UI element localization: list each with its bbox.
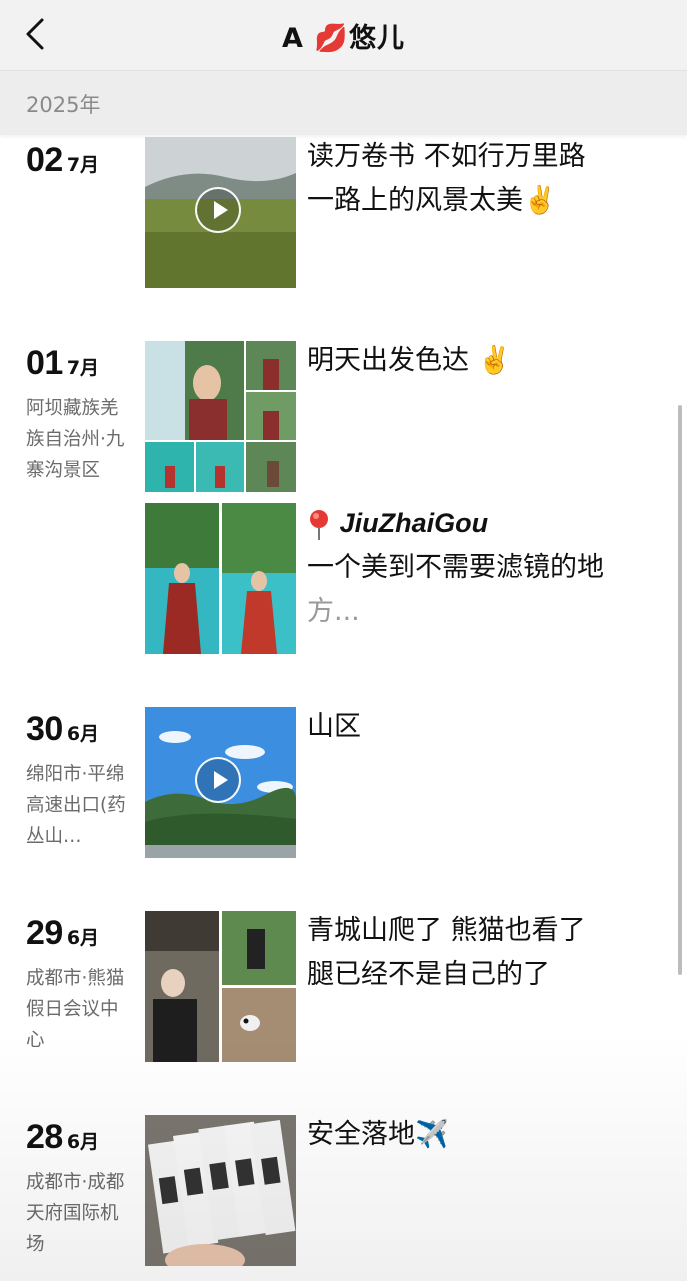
caption-line: 一路上的风景太美✌️ xyxy=(307,185,557,216)
caption-line: 读万卷书 不如行万里路 xyxy=(307,141,586,172)
post-day: 01 xyxy=(26,344,63,382)
back-chevron-icon[interactable] xyxy=(22,16,52,52)
post-location: 成都市·成都天府国际机场 xyxy=(26,1172,125,1255)
caption-line-truncated: 方... xyxy=(307,596,360,627)
caption-line: 青城山爬了 熊猫也看了 xyxy=(307,915,586,946)
location-pin-icon xyxy=(310,509,328,540)
photo-collage-thumbnail[interactable] xyxy=(145,911,296,1062)
top-bar: A 💋悠儿 xyxy=(0,0,687,70)
post-location: 阿坝藏族羌族自治州·九寨沟景区 xyxy=(26,398,125,481)
post-location: 绵阳市·平绵高速出口(药丛山… xyxy=(26,764,126,847)
post-location: 成都市·熊猫假日会议中心 xyxy=(26,968,125,1051)
collage-image xyxy=(145,341,296,492)
post-caption: 安全落地✈️ xyxy=(307,1113,667,1157)
post-date: 01 7月 xyxy=(26,344,99,383)
location-tag-line: JiuZhaiGou xyxy=(307,501,667,546)
post-month: 7月 xyxy=(66,154,100,176)
post-month: 6月 xyxy=(66,1131,100,1153)
play-icon[interactable] xyxy=(195,757,241,803)
city-panda-image xyxy=(145,911,296,1062)
post-month: 7月 xyxy=(66,357,100,379)
post-day: 29 xyxy=(26,914,63,952)
play-icon[interactable] xyxy=(195,187,241,233)
post-caption: 青城山爬了 熊猫也看了 腿已经不是自己的了 xyxy=(307,909,667,997)
scrollbar[interactable] xyxy=(678,405,682,975)
caption-line: 明天出发色达 ✌️ xyxy=(307,345,512,376)
post-caption: JiuZhaiGou 一个美到不需要滤镜的地 方... xyxy=(307,501,667,634)
post-day: 02 xyxy=(26,141,63,179)
caption-line: 腿已经不是自己的了 xyxy=(307,959,550,990)
video-thumbnail[interactable] xyxy=(145,707,296,858)
post-month: 6月 xyxy=(66,723,100,745)
lake-photos-image xyxy=(145,503,296,654)
post-month: 6月 xyxy=(66,927,100,949)
page-title: A 💋悠儿 xyxy=(282,22,405,54)
post-date: 29 6月 xyxy=(26,914,99,953)
photo-pair-thumbnail[interactable] xyxy=(145,503,296,654)
post-caption: 明天出发色达 ✌️ xyxy=(307,339,667,383)
post-date: 02 7月 xyxy=(26,141,99,180)
post-date: 28 6月 xyxy=(26,1118,99,1157)
post-caption: 山区 xyxy=(307,705,667,749)
year-header: 2025年 xyxy=(0,70,687,135)
year-label: 2025年 xyxy=(26,93,101,117)
location-tag: JiuZhaiGou xyxy=(339,508,489,538)
caption-line: 一个美到不需要滤镜的地 xyxy=(307,552,604,583)
photo-thumbnail[interactable] xyxy=(145,1115,296,1266)
post-date: 30 6月 xyxy=(26,710,99,749)
post-caption: 读万卷书 不如行万里路 一路上的风景太美✌️ xyxy=(307,135,667,223)
post-day: 28 xyxy=(26,1118,63,1156)
photo-collage-thumbnail[interactable] xyxy=(145,341,296,492)
post-day: 30 xyxy=(26,710,63,748)
caption-line: 安全落地✈️ xyxy=(307,1119,449,1150)
caption-line: 山区 xyxy=(307,711,361,742)
video-thumbnail[interactable] xyxy=(145,137,296,288)
boarding-passes-image xyxy=(145,1115,296,1266)
